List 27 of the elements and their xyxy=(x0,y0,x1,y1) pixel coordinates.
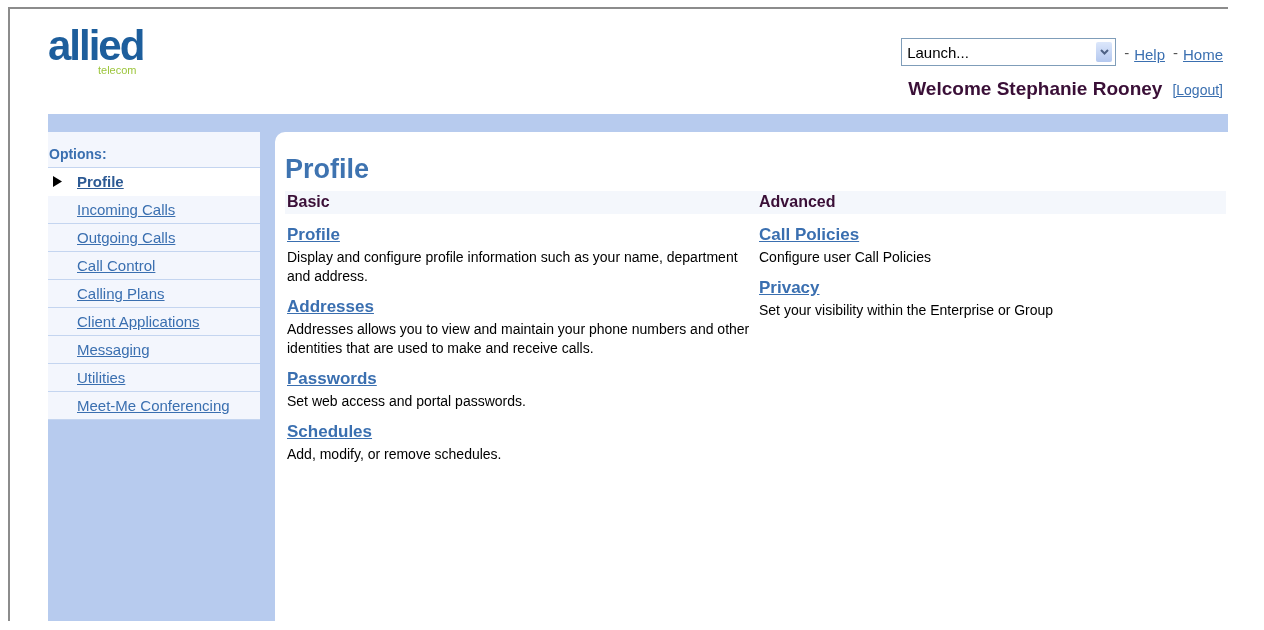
sidebar-item[interactable]: Profile xyxy=(77,173,124,190)
link-description: Set your visibility within the Enterprise or Group xyxy=(759,301,1055,320)
logout-link[interactable]: [Logout] xyxy=(1172,82,1223,98)
logo-tagline: telecom xyxy=(98,64,137,77)
link-description: Display and configure profile information such as your name, department and address. xyxy=(287,248,739,286)
section-heading: Basic xyxy=(285,191,757,214)
separator: - xyxy=(1173,43,1178,61)
separator: - xyxy=(1124,43,1130,61)
section-heading: Advanced xyxy=(757,191,1226,214)
page-title: Profile xyxy=(285,154,371,185)
section-link[interactable]: Addresses xyxy=(287,297,374,317)
sidebar-title: Options: xyxy=(48,132,260,168)
sidebar-item[interactable]: Utilities xyxy=(77,369,126,386)
link-description: Addresses allows you to view and maintain your phone numbers and other identities that are used to make and receive calls. xyxy=(287,320,751,358)
link-description: Add, modify, or remove schedules. xyxy=(287,445,503,464)
section-link[interactable]: Call Policies xyxy=(759,225,860,245)
section-link[interactable]: Profile xyxy=(287,225,340,245)
link-description: Configure user Call Policies xyxy=(759,248,932,267)
header-link[interactable]: Home xyxy=(1183,45,1223,63)
link-description: Set web access and portal passwords. xyxy=(287,392,527,411)
welcome-text: Welcome Stephanie Rooney xyxy=(908,78,1163,100)
section-link[interactable]: Schedules xyxy=(287,422,373,442)
launch-dropdown[interactable]: Launch... xyxy=(901,38,1117,66)
section-link[interactable]: Passwords xyxy=(287,369,377,389)
section-link[interactable]: Privacy xyxy=(759,278,820,298)
logo-wordmark: allied xyxy=(48,28,144,64)
header-link[interactable]: Help xyxy=(1134,45,1165,63)
